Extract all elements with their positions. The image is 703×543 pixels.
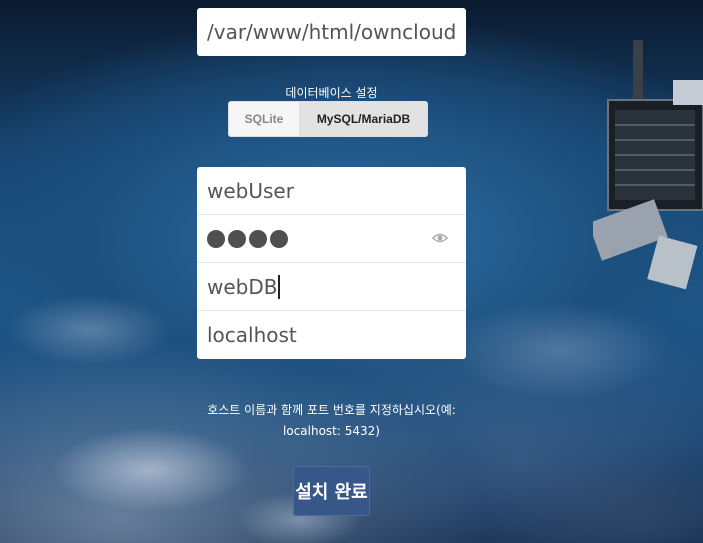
db-user-value: webUser [207, 178, 294, 203]
data-directory-input[interactable] [197, 8, 466, 56]
db-password-field[interactable] [197, 215, 466, 263]
text-caret [278, 274, 281, 299]
eye-icon[interactable] [432, 232, 448, 244]
db-user-field[interactable]: webUser [197, 167, 466, 215]
db-host-field[interactable]: localhost [197, 311, 466, 359]
tab-sqlite[interactable]: SQLite [228, 101, 300, 137]
host-port-hint: 호스트 이름과 함께 포트 번호를 지정하십시오(예: localhost: 5… [190, 400, 473, 442]
finish-setup-button[interactable]: 설치 완료 [293, 466, 370, 516]
password-dot [207, 229, 225, 248]
database-type-tabs: SQLite MySQL/MariaDB [228, 101, 428, 137]
db-name-field[interactable]: webDB [197, 263, 466, 311]
db-host-value: localhost [207, 323, 297, 347]
tab-mysql-mariadb[interactable]: MySQL/MariaDB [300, 101, 428, 137]
space-station-image [593, 40, 703, 290]
database-fields: webUser webDB localhost [197, 167, 466, 359]
password-dots [207, 229, 288, 248]
password-dot [249, 229, 267, 248]
password-dot [270, 229, 288, 248]
db-name-value: webDB [207, 274, 278, 299]
hint-line-1: 호스트 이름과 함께 포트 번호를 지정하십시오(예: [207, 403, 456, 417]
password-dot [228, 229, 246, 248]
database-settings-legend: 데이터베이스 설정 [285, 86, 378, 100]
hint-line-2: localhost: 5432) [283, 424, 380, 438]
